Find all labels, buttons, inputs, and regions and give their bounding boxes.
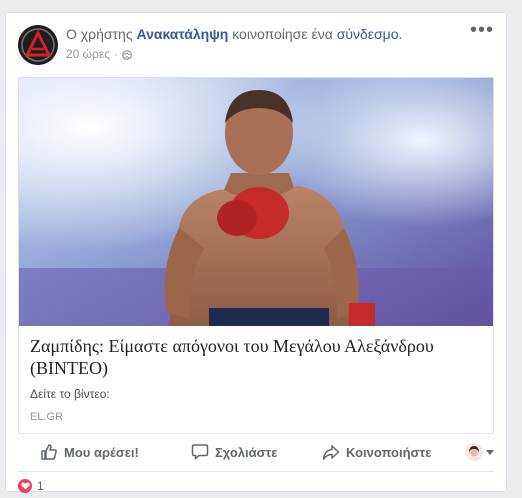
thumbs-up-icon (40, 443, 58, 461)
more-options-icon[interactable]: ••• (470, 20, 494, 40)
shared-link-word[interactable]: σύνδεσμο (337, 26, 399, 42)
attribution-middle: κοινοποίησε ένα (232, 26, 333, 42)
like-label: Μου αρέσει! (64, 444, 139, 460)
reactions-summary[interactable]: 1 (18, 471, 494, 493)
link-preview-source: EL.GR (30, 411, 64, 423)
post-attribution: Ο χρήστης Ανακατάληψη κοινοποίησε ένα σύ… (66, 26, 402, 42)
page-avatar[interactable] (18, 25, 58, 65)
author-name-link[interactable]: Ανακατάληψη (136, 26, 228, 42)
link-preview-body: Ζαμπίδης: Είμαστε απόγονοι του Μεγάλου Α… (19, 326, 493, 433)
post-actions-bar: Μου αρέσει! Σχολιάστε Κοινοποιήστε (18, 433, 494, 468)
link-preview-description: Δείτε το βίντεο: (30, 387, 110, 401)
share-label: Κοινοποιήστε (346, 444, 432, 460)
globe-icon[interactable] (122, 49, 132, 60)
link-preview-card[interactable]: Ζαμπίδης: Είμαστε απόγονοι του Μεγάλου Α… (18, 77, 494, 434)
attribution-prefix: Ο χρήστης (66, 26, 133, 42)
heart-icon (18, 478, 32, 493)
meta-separator: · (114, 47, 119, 61)
post-card: Ο χρήστης Ανακατάληψη κοινοποίησε ένα σύ… (5, 12, 507, 493)
user-avatar (465, 443, 483, 461)
comment-button[interactable]: Σχολιάστε (191, 443, 277, 461)
share-button[interactable]: Κοινοποιήστε (322, 443, 431, 461)
page-edge (516, 0, 522, 498)
reaction-count[interactable]: 1 (37, 479, 44, 493)
post-header: Ο χρήστης Ανακατάληψη κοινοποίησε ένα σύ… (18, 20, 494, 65)
share-icon (322, 443, 340, 461)
chevron-down-icon (486, 449, 494, 455)
comment-icon (191, 443, 209, 461)
post-timestamp[interactable]: 20 ώρες (66, 47, 110, 61)
audience-selector[interactable] (465, 443, 494, 461)
post-meta: 20 ώρες · (66, 47, 132, 61)
link-preview-image (19, 78, 493, 326)
like-button[interactable]: Μου αρέσει! (40, 443, 139, 461)
page-logo-icon (18, 25, 58, 65)
link-preview-title[interactable]: Ζαμπίδης: Είμαστε απόγονοι του Μεγάλου Α… (30, 335, 482, 379)
comment-label: Σχολιάστε (215, 444, 278, 460)
attribution-suffix: . (398, 26, 403, 42)
